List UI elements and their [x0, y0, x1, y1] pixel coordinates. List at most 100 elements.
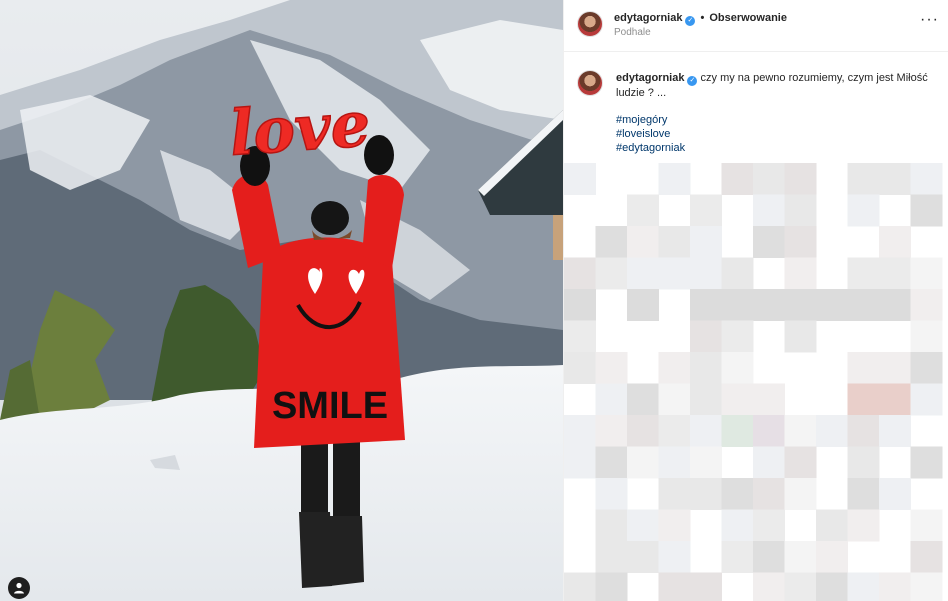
mosaic-tile [910, 383, 943, 416]
mosaic-tile [721, 352, 754, 384]
mosaic-tile [879, 572, 911, 601]
mosaic-tile [847, 415, 880, 447]
mosaic-tile [564, 163, 596, 195]
mosaic-tile [753, 509, 785, 542]
mosaic-tile [690, 446, 722, 479]
pixelation-mosaic [564, 163, 943, 601]
mosaic-tile [627, 415, 659, 447]
mosaic-tile [879, 383, 911, 416]
mosaic-tile [658, 257, 691, 290]
post-side-panel: edytagorniak ✓ • Obserwowanie Podhale ··· e… [563, 0, 948, 601]
mosaic-tile [753, 163, 785, 195]
mosaic-tile [784, 478, 817, 510]
mosaic-tile [690, 289, 722, 321]
mosaic-tile [879, 226, 911, 258]
mosaic-tile [690, 572, 722, 601]
mosaic-tile [753, 194, 785, 227]
mosaic-tile [753, 446, 785, 479]
hashtag-list: #mojegóry #loveislove #edytagorniak [616, 113, 685, 155]
following-button[interactable]: Obserwowanie [709, 12, 787, 24]
love-balloon-text: love [227, 87, 372, 170]
mosaic-tile [595, 415, 628, 447]
mosaic-tile [879, 352, 911, 384]
mosaic-tile [721, 383, 754, 416]
mosaic-tile [658, 226, 691, 258]
hashtag-link[interactable]: #edytagorniak [616, 141, 685, 155]
mosaic-tile [847, 289, 880, 321]
mosaic-tile [721, 541, 754, 573]
header-username[interactable]: edytagorniak [614, 12, 682, 24]
header-user-line: edytagorniak ✓ • Obserwowanie [614, 12, 787, 26]
mosaic-tile [816, 415, 848, 447]
mosaic-tile [595, 572, 628, 601]
more-horizontal-icon[interactable]: ··· [920, 12, 939, 28]
hashtag-link[interactable]: #mojegóry [616, 113, 685, 127]
mosaic-tile [658, 541, 691, 573]
mosaic-tile [658, 352, 691, 384]
user-tag-icon[interactable] [8, 577, 30, 599]
mosaic-tile [690, 226, 722, 258]
mosaic-tile [721, 257, 754, 290]
mosaic-tile [564, 352, 596, 384]
mosaic-tile [784, 572, 817, 601]
mosaic-tile [847, 257, 880, 290]
mosaic-tile [564, 320, 596, 353]
mosaic-tile [690, 383, 722, 416]
mosaic-tile [564, 415, 596, 447]
mosaic-tile [564, 446, 596, 479]
caption-verified-badge-icon: ✓ [687, 76, 698, 86]
mosaic-tile [847, 446, 880, 479]
mosaic-tile [753, 541, 785, 573]
mosaic-tile [658, 383, 691, 416]
pixelated-comments-area [564, 163, 948, 601]
mosaic-tile [784, 226, 817, 258]
mosaic-tile [784, 415, 817, 447]
mosaic-tile [721, 320, 754, 353]
mosaic-tile [627, 257, 659, 290]
mosaic-tile [847, 383, 880, 416]
mosaic-tile [690, 478, 722, 510]
mosaic-tile [847, 163, 880, 195]
mosaic-tile [690, 194, 722, 227]
mosaic-tile [564, 257, 596, 290]
mosaic-tile [753, 383, 785, 416]
mosaic-tile [595, 352, 628, 384]
location-link[interactable]: Podhale [614, 27, 651, 38]
avatar[interactable] [577, 11, 603, 37]
mosaic-tile [879, 257, 911, 290]
mosaic-tile [784, 541, 817, 573]
mosaic-tile [690, 320, 722, 353]
mosaic-tile [595, 478, 628, 510]
mosaic-tile [627, 446, 659, 479]
mosaic-tile [658, 572, 691, 601]
mosaic-tile [658, 478, 691, 510]
mosaic-tile [721, 289, 754, 321]
mosaic-tile [721, 478, 754, 510]
mosaic-tile [816, 572, 848, 601]
mosaic-tile [753, 226, 785, 258]
mosaic-tile [910, 163, 943, 195]
mosaic-tile [910, 194, 943, 227]
mosaic-tile [784, 194, 817, 227]
mosaic-tile [721, 509, 754, 542]
caption-avatar[interactable] [577, 70, 603, 96]
mosaic-tile [658, 415, 691, 447]
mosaic-tile [595, 446, 628, 479]
mosaic-tile [564, 289, 596, 321]
mosaic-tile [753, 478, 785, 510]
mosaic-tile [595, 226, 628, 258]
mosaic-tile [910, 320, 943, 353]
mosaic-tile [784, 320, 817, 353]
post-photo[interactable]: SMILE love [0, 0, 563, 601]
mosaic-tile [690, 352, 722, 384]
mosaic-tile [847, 509, 880, 542]
mosaic-tile [784, 163, 817, 195]
caption-username[interactable]: edytagorniak [616, 72, 684, 84]
mosaic-tile [627, 541, 659, 573]
hashtag-link[interactable]: #loveislove [616, 127, 685, 141]
photo-scene: SMILE love [0, 0, 563, 601]
mosaic-tile [910, 289, 943, 321]
mosaic-tile [910, 541, 943, 573]
mosaic-tile [816, 289, 848, 321]
mosaic-tile [753, 415, 785, 447]
